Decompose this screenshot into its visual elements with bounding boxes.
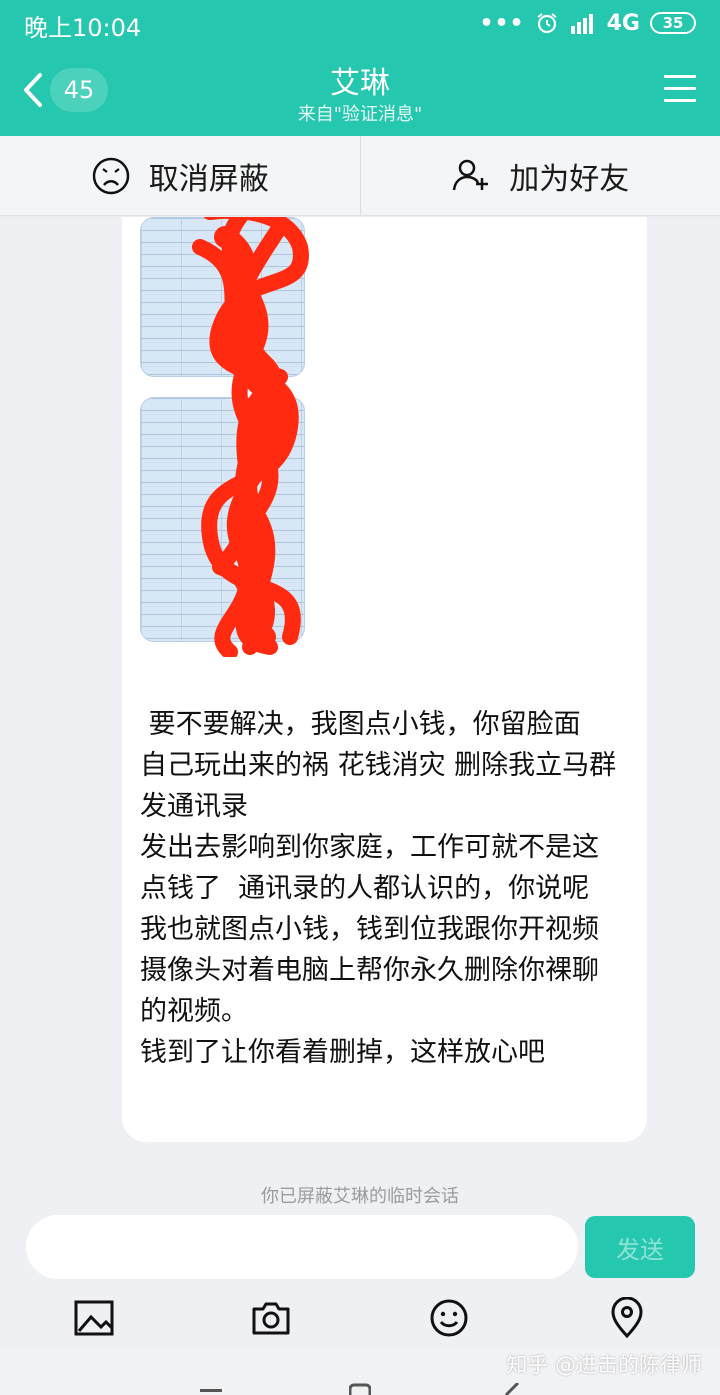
status-time: 晚上10:04 [24,14,142,42]
action-bar: 取消屏蔽 加为好友 [0,136,720,216]
composer-tools [0,1287,720,1349]
message-image[interactable] [140,217,350,657]
cell-signal-icon [569,12,597,34]
image-picker-button[interactable] [73,1297,115,1339]
status-icons: ••• 4G 35 [479,8,696,38]
menu-button[interactable] [662,72,698,106]
message-text: 要不要解决，我图点小钱，你留脸面 自己玩出来的祸 花钱消灾 删除我立马群发通讯录… [140,709,617,1068]
contact-name: 艾琳 [330,66,390,101]
back-nav-icon[interactable] [500,1383,522,1395]
message-input[interactable] [26,1215,578,1279]
contact-source: 来自"验证消息" [297,104,423,125]
system-nav-bar: 知乎 @进击的陈律师 [0,1349,720,1395]
add-user-icon [451,156,491,196]
location-button[interactable] [606,1297,648,1339]
camera-button[interactable] [250,1297,292,1339]
camera-icon [250,1297,292,1339]
send-button[interactable]: 发送 [585,1216,695,1278]
unblock-label: 取消屏蔽 [148,161,269,197]
more-signal-dots: ••• [479,10,525,36]
recent-apps-icon[interactable] [200,1383,222,1395]
add-friend-button[interactable]: 加为好友 [359,136,720,215]
smiley-icon [428,1297,470,1339]
hamburger-menu-icon [662,75,698,110]
watermark: 知乎 @进击的陈律师 [506,1353,702,1377]
chat-header: 45 艾琳 来自"验证消息" [0,46,720,136]
unblock-button[interactable]: 取消屏蔽 [0,136,360,215]
home-icon[interactable] [349,1383,371,1395]
location-pin-icon [606,1297,648,1339]
chat-area[interactable]: 要不要解决，我图点小钱，你留脸面 自己玩出来的祸 花钱消灾 删除我立马群发通讯录… [0,217,720,1207]
add-friend-label: 加为好友 [509,161,630,197]
system-note: 你已屏蔽艾琳的临时会话 [261,1186,459,1207]
emoji-button[interactable] [428,1297,470,1339]
alarm-clock-icon [535,11,559,35]
image-icon [73,1297,115,1339]
status-bar: 晚上10:04 ••• 4G 35 [0,0,720,46]
composer-bar: 发送 [0,1207,720,1287]
battery-icon: 35 [650,12,696,34]
sad-face-icon [91,156,131,196]
red-redaction-scribble [192,217,309,657]
network-type: 4G [606,10,640,36]
